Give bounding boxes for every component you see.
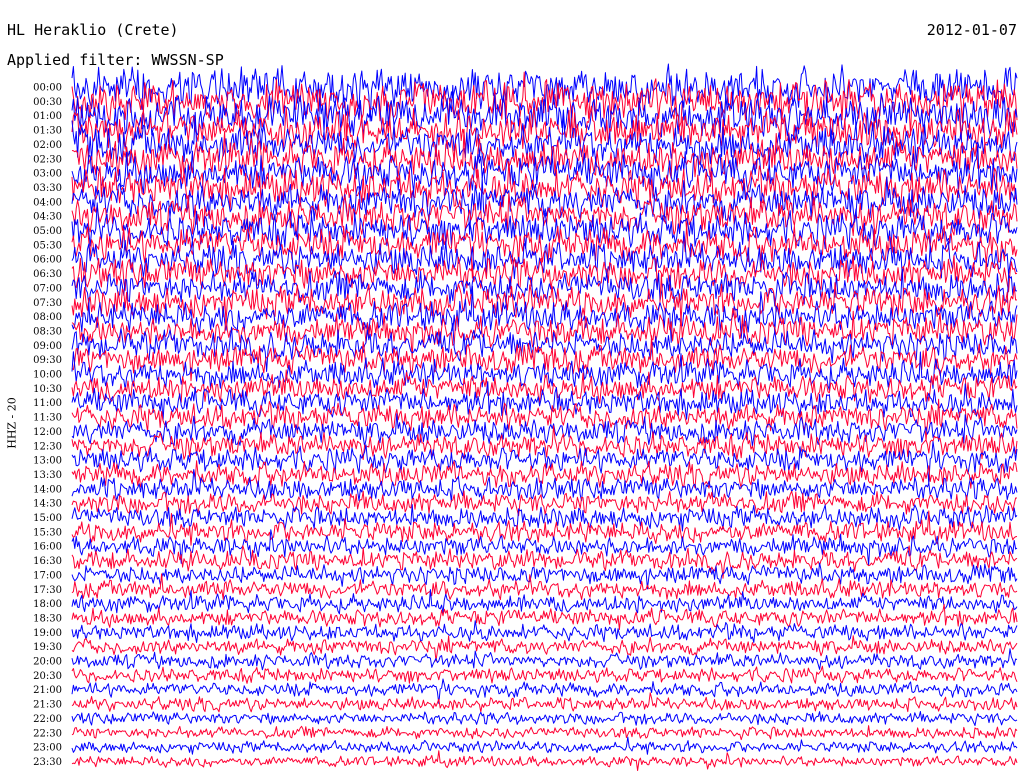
row-time-label: 05:30: [33, 240, 62, 251]
trace-line-1100: [71, 381, 1018, 422]
row-time-label: 01:00: [33, 111, 62, 122]
row-time-label: 11:00: [33, 398, 62, 409]
trace-line-1430: [71, 490, 1017, 517]
trace-line-2230: [71, 725, 1018, 741]
trace-line-2130: [71, 692, 1018, 713]
row-time-label: 08:30: [33, 326, 62, 337]
row-time-label: 15:30: [33, 527, 62, 538]
time-row-labels: 00:00 00:30 01:00 01:30 02:00 02:30 03:00 03:30…: [33, 83, 62, 768]
row-time-label: 18:30: [33, 613, 62, 624]
row-time-label: 03:30: [33, 183, 62, 194]
row-time-label: 12:00: [33, 427, 62, 438]
trace-line-1800: [71, 589, 1018, 615]
row-time-label: 06:30: [33, 269, 62, 280]
row-time-label: 14:30: [33, 499, 62, 510]
seismogram-plot: 00:00 00:30 01:00 01:30 02:00 02:30 03:00 03:30…: [33, 63, 1018, 771]
trace-line-2330: [71, 750, 1018, 771]
row-time-label: 07:00: [33, 283, 62, 294]
trace-line-2300: [71, 736, 1018, 755]
row-time-label: 22:30: [33, 728, 62, 739]
row-time-label: 00:00: [33, 83, 62, 94]
row-time-label: 14:00: [33, 484, 62, 495]
row-time-label: 00:30: [33, 97, 62, 108]
row-time-label: 02:30: [33, 154, 62, 165]
row-time-label: 11:30: [33, 413, 62, 424]
row-time-label: 13:00: [33, 456, 62, 467]
seismic-traces: [71, 63, 1018, 771]
row-time-label: 19:30: [33, 642, 62, 653]
row-time-label: 10:00: [33, 370, 62, 381]
row-time-label: 09:30: [33, 355, 62, 366]
row-time-label: 08:00: [33, 312, 62, 323]
row-time-label: 17:30: [33, 585, 62, 596]
row-time-label: 12:30: [33, 441, 62, 452]
station-title: HL Heraklio (Crete): [7, 21, 179, 39]
row-time-label: 15:00: [33, 513, 62, 524]
row-time-label: 19:00: [33, 628, 62, 639]
row-time-label: 17:00: [33, 570, 62, 581]
row-time-label: 01:30: [33, 126, 62, 137]
channel-axis-label: HHZ - 20: [5, 397, 19, 449]
row-time-label: 22:00: [33, 714, 62, 725]
row-time-label: 05:00: [33, 226, 62, 237]
row-time-label: 02:00: [33, 140, 62, 151]
row-time-label: 21:30: [33, 700, 62, 711]
record-date: 2012-01-07: [926, 21, 1017, 39]
trace-line-2030: [71, 665, 1018, 684]
row-time-label: 23:30: [33, 757, 62, 768]
row-time-label: 16:30: [33, 556, 62, 567]
row-time-label: 07:30: [33, 298, 62, 309]
filter-label: Applied filter: WWSSN-SP: [7, 51, 224, 69]
row-time-label: 23:00: [33, 743, 62, 754]
row-time-label: 03:00: [33, 169, 62, 180]
row-time-label: 20:00: [33, 657, 62, 668]
row-time-label: 21:00: [33, 685, 62, 696]
row-time-label: 04:00: [33, 197, 62, 208]
trace-line-2100: [71, 678, 1018, 704]
row-time-label: 04:30: [33, 212, 62, 223]
row-time-label: 10:30: [33, 384, 62, 395]
row-time-label: 18:00: [33, 599, 62, 610]
row-time-label: 16:00: [33, 542, 62, 553]
row-time-label: 09:00: [33, 341, 62, 352]
row-time-label: 13:30: [33, 470, 62, 481]
trace-line-1730: [71, 573, 1018, 601]
trace-line-2200: [71, 711, 1018, 726]
row-time-label: 20:30: [33, 671, 62, 682]
trace-line-1900: [71, 620, 1018, 643]
row-time-label: 06:00: [33, 255, 62, 266]
trace-line-2000: [71, 648, 1018, 671]
